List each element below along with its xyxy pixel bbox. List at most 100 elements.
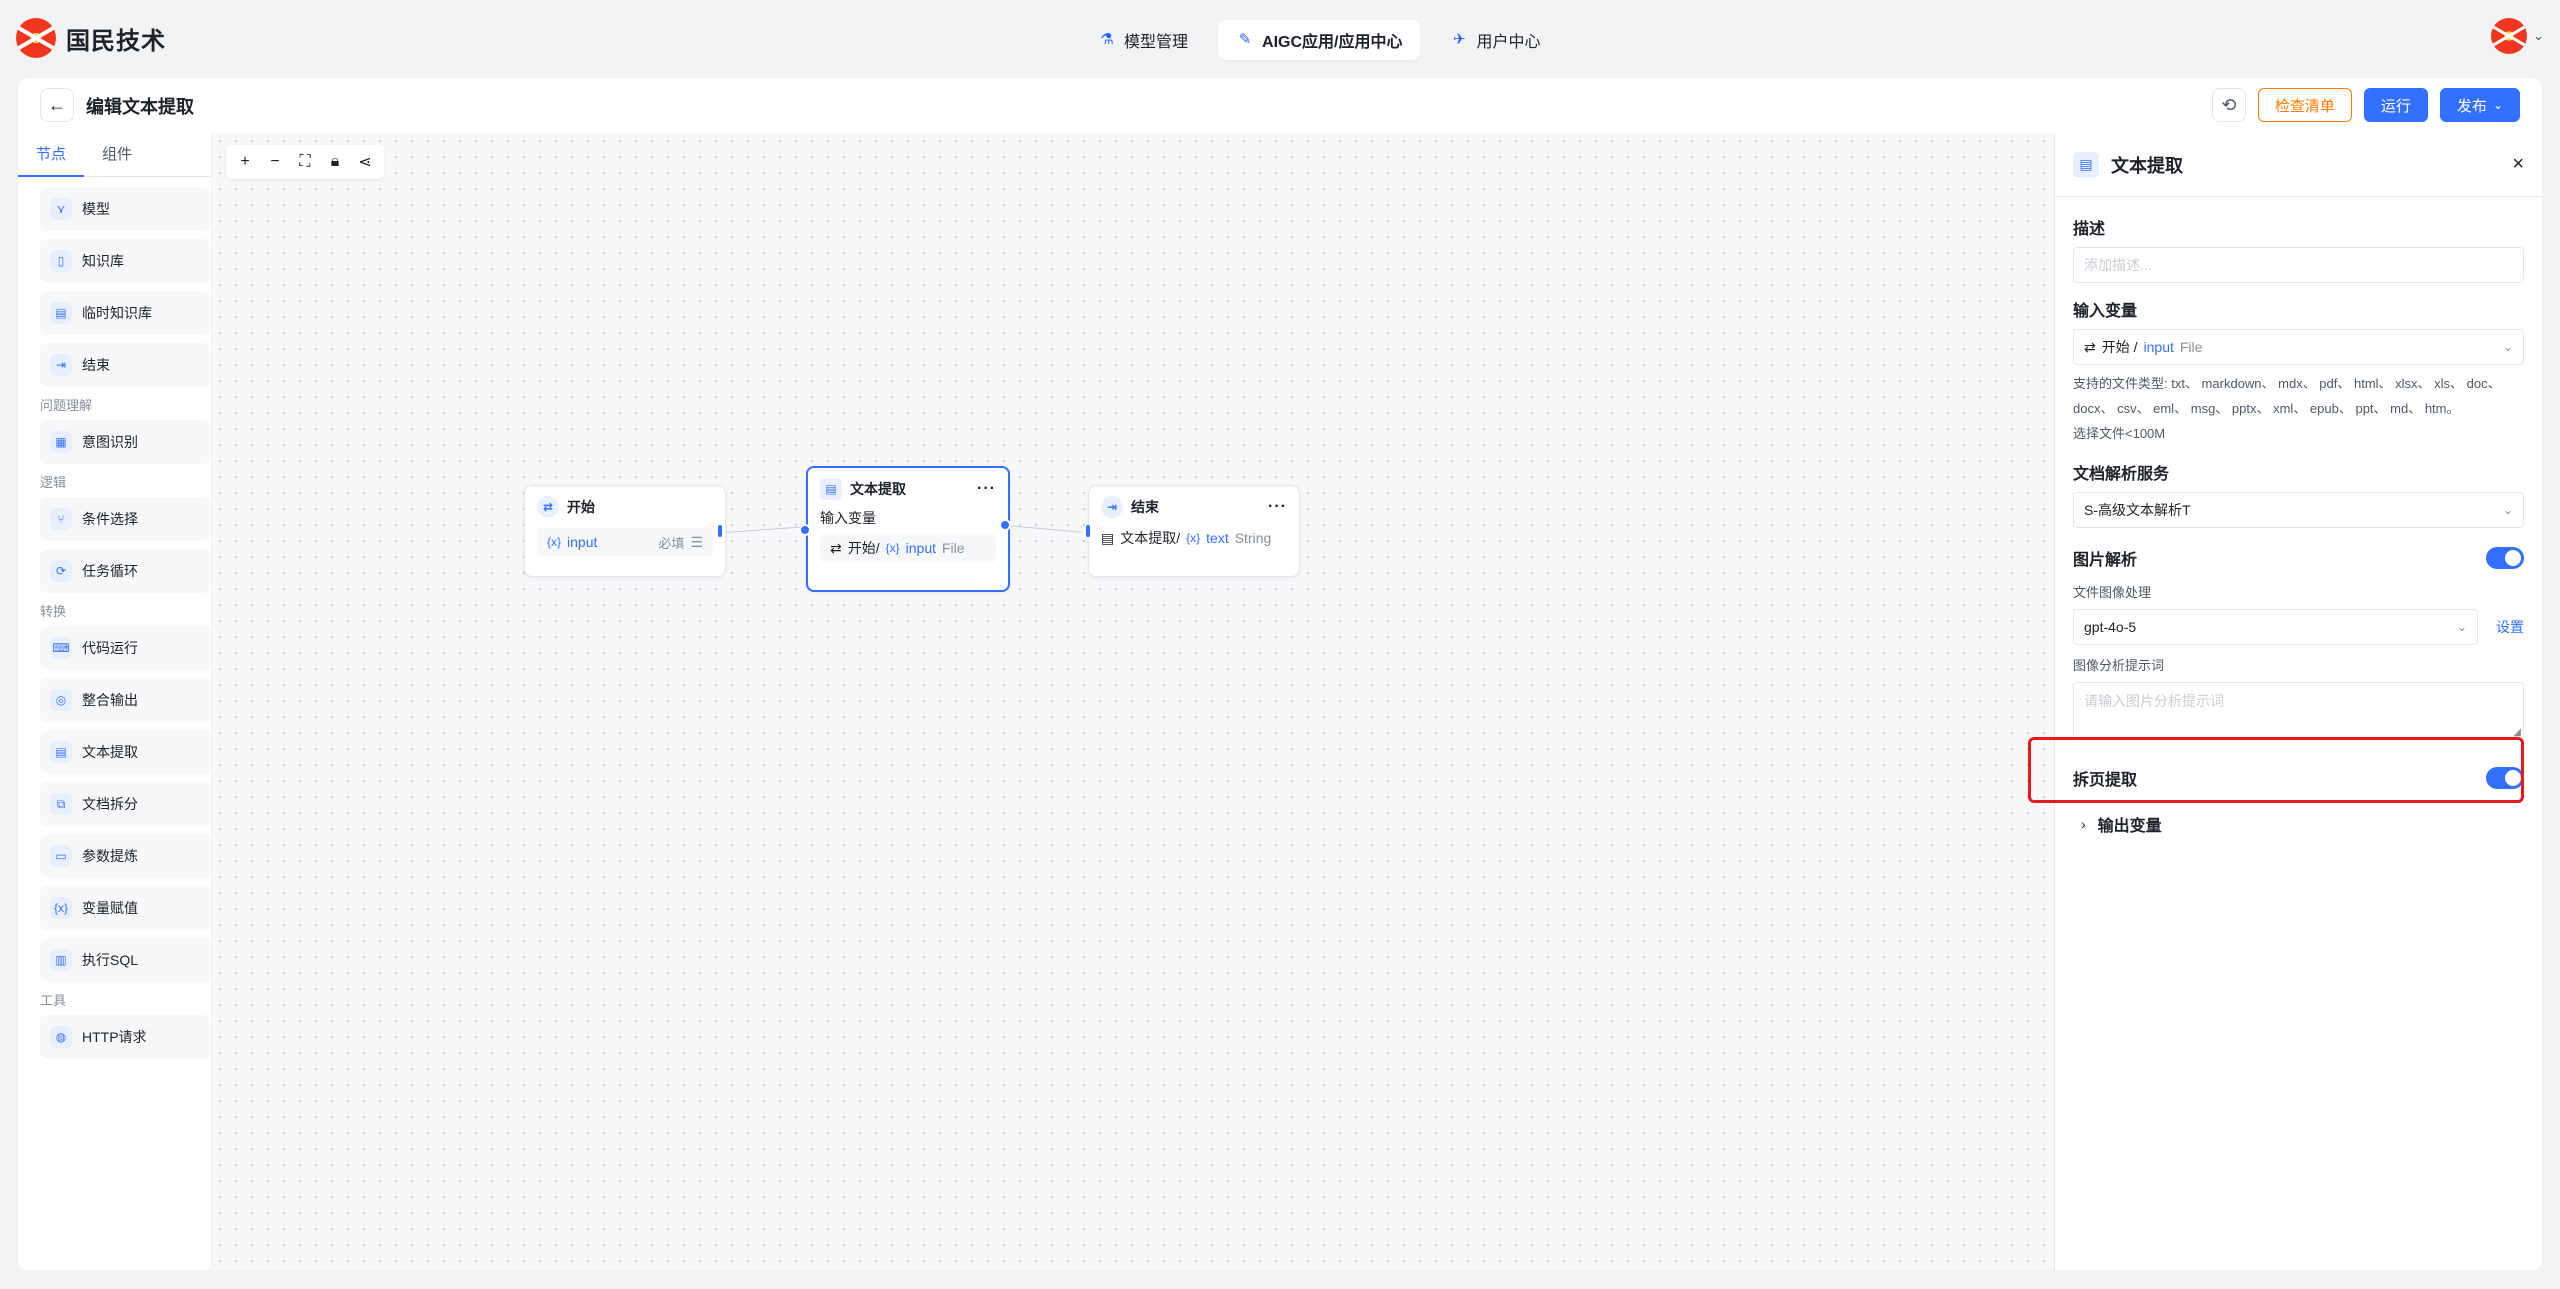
user-menu[interactable]: ⌄: [2491, 18, 2544, 54]
node-item-label: 模型: [82, 201, 110, 217]
arrow-left-icon: ←: [48, 94, 66, 115]
node-item-label: 参数提炼: [82, 848, 138, 864]
node-item-param-extract[interactable]: ▭ 参数提炼: [40, 834, 210, 878]
parse-service-select[interactable]: S-高级文本解析T ⌄: [2073, 492, 2524, 528]
node-title: 开始: [567, 499, 595, 515]
history-button[interactable]: ⟲: [2211, 88, 2246, 122]
node-item-condition[interactable]: ⑂ 条件选择: [40, 497, 210, 541]
param-icon: ▭: [50, 845, 72, 867]
input-source: 开始 /: [2101, 339, 2138, 355]
tab-nodes[interactable]: 节点: [18, 133, 85, 177]
more-icon[interactable]: ···: [977, 480, 996, 498]
node-item-end[interactable]: ⇥ 结束: [40, 343, 210, 387]
node-item-label: 临时知识库: [82, 305, 152, 321]
image-proc-label: 文件图像处理: [2073, 585, 2152, 600]
extract-input-handle[interactable]: [799, 524, 811, 536]
variable-icon: {x}: [1186, 531, 1201, 545]
checklist-button[interactable]: 检查清单: [2257, 88, 2352, 122]
node-item-label: 整合输出: [82, 692, 138, 708]
close-icon[interactable]: ×: [2512, 153, 2524, 176]
start-icon: ⇄: [537, 496, 559, 518]
publish-button[interactable]: 发布 ⌄: [2439, 88, 2520, 122]
temp-book-icon: ▤: [50, 302, 72, 324]
node-start[interactable]: ⇄ 开始 {x} input 必填 ☰: [524, 485, 726, 577]
start-icon: ⇄: [2084, 338, 2096, 355]
tab-components[interactable]: 组件: [84, 133, 150, 176]
nav-label: 模型管理: [1124, 34, 1189, 51]
back-button[interactable]: ←: [40, 88, 74, 122]
end-icon: ⇥: [1101, 496, 1123, 518]
panel-title: 文本提取: [2111, 155, 2183, 176]
branch-icon: ⑂: [50, 508, 72, 530]
zoom-in-icon[interactable]: +: [232, 149, 258, 175]
share-icon[interactable]: ⋖: [352, 149, 378, 175]
node-item-knowledge[interactable]: ▯ 知识库: [40, 239, 210, 283]
node-item-label: HTTP请求: [82, 1029, 147, 1045]
brand-logo[interactable]: 国民技术: [16, 18, 166, 58]
image-parse-toggle[interactable]: [2486, 547, 2524, 569]
run-button[interactable]: 运行: [2363, 88, 2428, 122]
node-item-merge-output[interactable]: ◎ 整合输出: [40, 678, 210, 722]
variable-icon: {x}: [885, 541, 900, 555]
node-item-label: 结束: [82, 357, 110, 373]
chevron-down-icon: ⌄: [2492, 98, 2503, 112]
output-var-section[interactable]: › 输出变量: [2073, 812, 2524, 836]
node-variable-row: {x} input 必填 ☰: [537, 528, 713, 556]
history-icon: ⟲: [2221, 94, 2237, 115]
avatar: [2491, 18, 2528, 54]
node-list: ⋎ 模型 ▯ 知识库 ▤ 临时知识库 ⇥ 结束 问题理解 ▦ 意图识别 逻辑 ⑂ 条件选择 …: [18, 177, 211, 1077]
node-item-intent[interactable]: ▦ 意图识别: [40, 420, 210, 464]
extract-output-handle[interactable]: [999, 519, 1011, 531]
node-item-http[interactable]: ◍ HTTP请求: [40, 1015, 210, 1059]
node-item-sql[interactable]: ▥ 执行SQL: [40, 938, 210, 982]
lock-icon[interactable]: 🔒︎: [322, 149, 348, 175]
node-text-extract[interactable]: ▤ 文本提取 ··· 输入变量 ⇄ 开始/ {x} input File: [806, 466, 1010, 592]
more-icon[interactable]: ···: [1268, 498, 1287, 516]
edge-start-extract: [724, 526, 806, 533]
start-output-handle[interactable]: [718, 525, 722, 537]
image-prompt-textarea[interactable]: 请输入图片分析提示词 ◢: [2073, 682, 2524, 740]
header-actions: ⟲ 检查清单 运行 发布 ⌄: [2211, 88, 2520, 122]
list-icon: ☰: [690, 533, 703, 550]
description-input[interactable]: 添加描述...: [2073, 247, 2524, 283]
parse-service-label: 文档解析服务: [2073, 466, 2170, 483]
zoom-out-icon[interactable]: −: [262, 149, 288, 175]
node-header: ⇄ 开始: [537, 496, 713, 518]
node-item-var-assign[interactable]: {x} 变量赋值: [40, 886, 210, 930]
nav-label: AIGC应用/应用中心: [1262, 34, 1403, 51]
nav-model-management[interactable]: ⚗ 模型管理: [1080, 20, 1206, 60]
merge-icon: ◎: [50, 689, 72, 711]
document-icon: ▤: [820, 478, 842, 500]
fit-view-icon[interactable]: ⛶: [292, 149, 318, 175]
node-item-label: 变量赋值: [82, 900, 138, 916]
panel-header: ▤ 文本提取 ×: [2055, 133, 2542, 197]
start-icon: ⇄: [830, 539, 842, 556]
nav-app-center[interactable]: ✎ AIGC应用/应用中心: [1218, 20, 1421, 60]
node-item-loop[interactable]: ⟳ 任务循环: [40, 549, 210, 593]
node-tabs: 节点 组件: [18, 133, 211, 177]
node-end[interactable]: ⇥ 结束 ··· ▤ 文本提取/ {x} text String: [1088, 485, 1300, 577]
document-icon: ▤: [1101, 529, 1115, 546]
settings-link[interactable]: 设置: [2496, 617, 2524, 637]
node-item-label: 执行SQL: [82, 952, 139, 968]
globe-icon: ◍: [50, 1026, 72, 1048]
document-icon: ▤: [50, 741, 72, 763]
node-item-model[interactable]: ⋎ 模型: [40, 187, 210, 231]
nav-user-center[interactable]: ✈ 用户中心: [1432, 20, 1558, 60]
editor-header: ← 编辑文本提取 ⟲ 检查清单 运行 发布 ⌄: [18, 78, 2542, 133]
publish-label: 发布: [2456, 97, 2487, 115]
node-section-label: 输入变量: [820, 510, 876, 526]
chevron-down-icon: ⌄: [2456, 620, 2467, 634]
end-input-handle[interactable]: [1086, 525, 1090, 537]
node-title: 文本提取: [850, 481, 906, 497]
image-model-row: gpt-4o-5 ⌄ 设置: [2073, 609, 2524, 645]
node-item-label: 任务循环: [82, 563, 138, 579]
node-item-code[interactable]: ⌨ 代码运行: [40, 626, 210, 670]
node-item-temp-knowledge[interactable]: ▤ 临时知识库: [40, 291, 210, 335]
input-variable-select[interactable]: ⇄ 开始 / input File ⌄: [2073, 329, 2524, 365]
node-item-doc-split[interactable]: ⧉ 文档拆分: [40, 782, 210, 826]
top-bar: 国民技术 ⚗ 模型管理 ✎ AIGC应用/应用中心 ✈ 用户中心 ⌄: [0, 0, 2560, 78]
workflow-canvas[interactable]: + − ⛶ 🔒︎ ⋖ ⇄ 开始 {x} input 必填 ☰ ▤ 文本提取 ··…: [212, 133, 2054, 1270]
node-item-text-extract[interactable]: ▤ 文本提取: [40, 730, 210, 774]
image-model-select[interactable]: gpt-4o-5 ⌄: [2073, 609, 2478, 645]
